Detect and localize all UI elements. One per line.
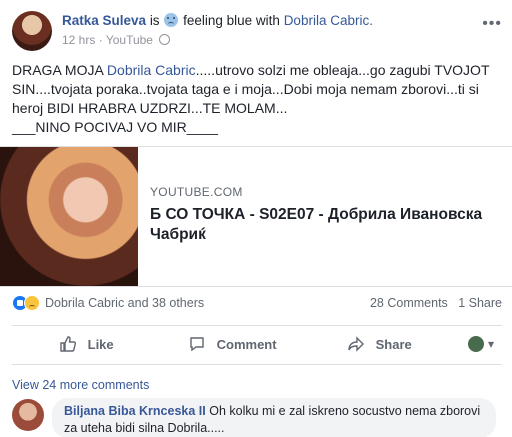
sad-reaction-icon[interactable]	[24, 295, 40, 311]
post-meta: 12 hrs · YouTube	[62, 33, 171, 47]
globe-icon	[159, 34, 171, 45]
commenter-avatar[interactable]	[12, 399, 44, 431]
is-text: is	[149, 13, 160, 28]
reaction-names[interactable]: Dobrila Cabric and 38 others	[45, 296, 204, 310]
post-time[interactable]: 12 hrs	[62, 33, 95, 47]
like-label: Like	[87, 337, 114, 352]
post-text-part3: ___NINO POCIVAJ VO MIR____	[12, 119, 218, 135]
post-headline: Ratka Suleva is feeling blue with Dobril…	[62, 13, 373, 28]
reactions-bar: Dobrila Cabric and 38 others 28 Comments…	[12, 295, 502, 313]
share-label: Share	[375, 337, 412, 352]
thumbs-up-icon	[60, 336, 76, 352]
comment-bubble-icon	[190, 337, 204, 352]
comments-count[interactable]: 28 Comments	[370, 296, 448, 310]
post-header: Ratka Suleva is feeling blue with Dobril…	[12, 11, 502, 51]
author-name[interactable]: Ratka Suleva	[62, 13, 146, 28]
comment-item: Biljana Biba Krnceska II Oh kolku mi e z…	[12, 398, 502, 437]
comment-button[interactable]: Comment	[189, 336, 277, 352]
sad-emoji-icon	[164, 13, 179, 27]
link-title[interactable]: Б СО ТОЧКА - S02E07 - Добрила Ивановска …	[150, 205, 500, 245]
chevron-down-icon: ▾	[487, 337, 494, 351]
view-more-comments[interactable]: View 24 more comments	[12, 378, 149, 392]
comment-label: Comment	[216, 337, 277, 352]
author-avatar[interactable]	[12, 11, 52, 51]
more-icon[interactable]: •••	[482, 15, 502, 33]
action-bar: Like Comment Share ▾	[12, 325, 502, 365]
feeling-text: feeling blue with	[183, 13, 280, 28]
post-via[interactable]: YouTube	[106, 33, 153, 47]
like-button[interactable]: Like	[60, 336, 114, 352]
shared-link-card[interactable]: YOUTUBE.COM Б СО ТОЧКА - S02E07 - Добрил…	[0, 146, 512, 287]
link-thumbnail[interactable]	[0, 147, 138, 286]
comment-author[interactable]: Biljana Biba Krnceska II	[64, 404, 206, 418]
share-arrow-icon	[348, 336, 364, 352]
post-mention[interactable]: Dobrila Cabric	[107, 62, 196, 78]
share-button[interactable]: Share	[348, 336, 412, 352]
reaction-stats: 28 Comments 1 Share	[370, 296, 502, 310]
comment-bubble: Biljana Biba Krnceska II Oh kolku mi e z…	[52, 398, 496, 437]
post-text-part1: DRAGA MOJA	[12, 62, 107, 78]
audience-avatar	[467, 336, 484, 352]
tagged-person[interactable]: Dobrila Cabric.	[284, 13, 373, 28]
link-domain: YOUTUBE.COM	[150, 185, 243, 199]
audience-selector[interactable]: ▾	[467, 336, 494, 352]
shares-count[interactable]: 1 Share	[458, 296, 502, 310]
post-text: DRAGA MOJA Dobrila Cabric.....utrovo sol…	[12, 61, 502, 137]
